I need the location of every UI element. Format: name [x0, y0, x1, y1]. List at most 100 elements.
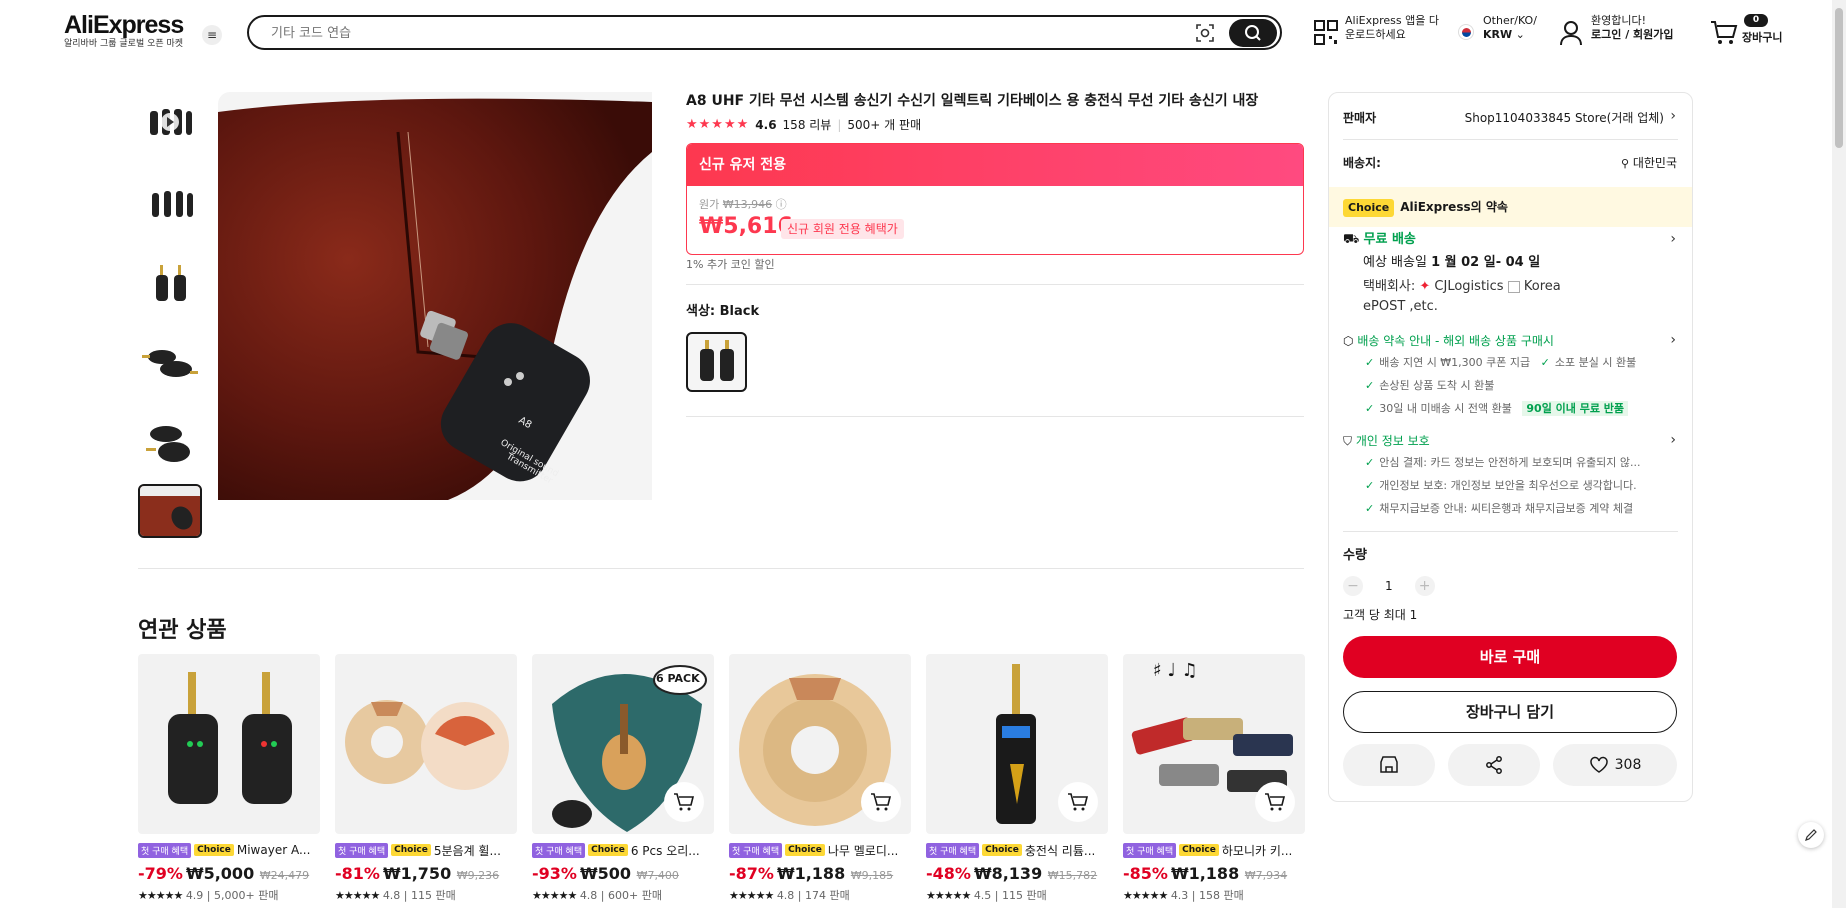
ship-to-selector[interactable]: ⚲ 대한민국	[1589, 155, 1677, 172]
related-product-card[interactable]: ♯ ♩ ♫ 첫 구매 혜택 Choice 하모니카 키... -85% ₩1,188 …	[1123, 654, 1305, 903]
first-purchase-tag: 첫 구매 혜택	[138, 842, 192, 858]
choice-tag: Choice	[1179, 844, 1219, 856]
rating-value: 4.3	[1170, 889, 1189, 902]
related-product-image	[926, 654, 1108, 834]
first-purchase-tag: 첫 구매 혜택	[532, 842, 586, 858]
add-to-cart-icon[interactable]	[664, 782, 704, 822]
choice-tag: Choice	[588, 844, 628, 856]
qr-code-icon[interactable]	[1314, 20, 1338, 46]
choice-tag: Choice	[391, 844, 431, 856]
aliexpress-logo[interactable]: AliExpress 알리바바 그룹 글로벌 오픈 마켓	[64, 12, 184, 50]
related-product-card[interactable]: 첫 구매 혜택 Choice 나무 멜로디... -87% ₩1,188 ₩9,185…	[729, 654, 911, 903]
delivery-promise-row[interactable]: ⬡ 배송 약속 안내 - 해외 배송 상품 구매시	[1343, 333, 1554, 349]
seller-label: 판매자	[1343, 111, 1377, 125]
share-button[interactable]	[1448, 744, 1540, 786]
privacy-item: ✓ 채무지급보증 안내: 씨티은행과 채무지급보증 계약 체결	[1365, 502, 1633, 516]
ship-to-country: 대한민국	[1632, 156, 1677, 170]
quantity-minus-button[interactable]: −	[1343, 576, 1363, 596]
store-button[interactable]	[1343, 744, 1435, 786]
buy-now-button[interactable]: 바로 구매	[1343, 636, 1677, 678]
privacy-item: ✓ 안심 결제: 카드 정보는 안전하게 보호되며 유출되지 않...	[1365, 456, 1641, 470]
thumbnail-3[interactable]	[138, 254, 202, 312]
related-product-meta: ★★★★★ 4.9 | 5,000+ 판매	[138, 889, 279, 902]
thumbnail-video[interactable]	[138, 94, 202, 152]
seller-name-link[interactable]: Shop1104033845 Store(거래 업체)	[1454, 110, 1664, 126]
rating-value: 4.8	[776, 889, 795, 902]
page-scrollbar[interactable]	[1832, 0, 1846, 908]
chevron-right-icon[interactable]: ›	[1670, 432, 1676, 448]
add-to-cart-icon[interactable]	[1255, 782, 1295, 822]
divider	[686, 284, 1304, 285]
promise-item: ✓ 배송 지연 시 ₩1,300 쿠폰 지급 ✓ 소포 분실 시 환불	[1365, 356, 1636, 370]
check-icon: ✓	[1365, 502, 1375, 515]
cj-logo-icon: ✦	[1419, 279, 1431, 294]
add-to-cart-icon[interactable]	[861, 782, 901, 822]
product-thumbnail-image	[142, 350, 198, 377]
related-product-card[interactable]: 첫 구매 혜택 Choice Miwayer A... -79% ₩5,000 ₩24…	[138, 654, 320, 903]
scrollbar-thumb[interactable]	[1835, 8, 1843, 148]
quantity-plus-button[interactable]: +	[1414, 576, 1435, 596]
app-download-link[interactable]: AliExpress 앱을 다 운로드하세요	[1345, 14, 1439, 42]
check-icon: ✓	[1365, 479, 1375, 492]
reviews-link[interactable]: 158 리뷰	[783, 117, 832, 133]
user-icon[interactable]	[1560, 20, 1582, 46]
thumbnail-5[interactable]	[138, 414, 202, 472]
cart-plus-icon	[871, 793, 892, 811]
sold-count: 600+ 판매	[608, 889, 662, 902]
privacy-text: 안심 결제: 카드 정보는 안전하게 보호되며 유출되지 않...	[1379, 456, 1641, 469]
region-currency-selector[interactable]: Other/KO/ KRW ⌄	[1483, 14, 1537, 42]
rating-stars-icon: ★★★★★	[1123, 889, 1168, 902]
choice-badge: Choice	[1343, 199, 1395, 217]
product-main-image[interactable]: A8 Original sound Transmitter	[218, 92, 652, 500]
category-menu-icon[interactable]: ≡	[202, 25, 222, 45]
check-icon: ✓	[1540, 356, 1550, 369]
related-product-card[interactable]: 첫 구매 혜택 Choice 5분음계 휠... -81% ₩1,750 ₩9,236…	[335, 654, 517, 903]
color-swatch-black[interactable]	[686, 332, 747, 392]
logo-tagline: 알리바바 그룹 글로벌 오픈 마켓	[64, 39, 184, 49]
search-icon	[1245, 25, 1261, 41]
search-button[interactable]	[1229, 19, 1277, 47]
chevron-right-icon[interactable]: ›	[1670, 332, 1676, 348]
sale-price: ₩500	[579, 864, 631, 883]
add-to-cart-button[interactable]: 장바구니 담기	[1343, 691, 1677, 733]
related-product-image: ♯ ♩ ♫	[1123, 654, 1305, 834]
sale-price: ₩1,188	[776, 864, 846, 883]
related-product-name: 6 Pcs 오리...	[630, 843, 700, 858]
rating-value: 4.8	[382, 889, 401, 902]
feedback-pen-icon[interactable]	[1798, 822, 1824, 848]
search-input[interactable]	[271, 23, 1171, 43]
thumbnail-4[interactable]	[138, 334, 202, 392]
sale-price: ₩1,188	[1170, 864, 1240, 883]
cart-icon[interactable]	[1710, 20, 1738, 46]
discount-pct: -93%	[532, 864, 577, 883]
wishlist-button[interactable]: 308	[1553, 744, 1677, 786]
store-icon	[1380, 756, 1398, 773]
app-download-line2: 운로드하세요	[1345, 28, 1406, 41]
image-search-icon[interactable]	[1194, 22, 1216, 44]
chevron-right-icon[interactable]: ›	[1670, 108, 1676, 124]
chevron-right-icon[interactable]: ›	[1670, 231, 1676, 247]
related-product-card[interactable]: 첫 구매 혜택 Choice 충전식 리튬... -48% ₩8,139 ₩15,78…	[926, 654, 1108, 903]
product-thumbnail-image	[152, 191, 193, 217]
sold-count: 500+ 개 판매	[847, 118, 922, 132]
related-product-image	[138, 654, 320, 834]
location-pin-icon: ⚲	[1620, 157, 1629, 170]
related-product-image: 6 PACK	[532, 654, 714, 834]
thumbnail-2[interactable]	[138, 174, 202, 232]
currency-text: KRW	[1483, 28, 1513, 41]
cart-label[interactable]: 장바구니	[1742, 31, 1782, 45]
free-shipping-label: 무료 배송	[1363, 232, 1416, 247]
privacy-row[interactable]: ⛉ 개인 정보 보호	[1343, 433, 1430, 449]
thumbnail-6-selected[interactable]	[138, 484, 202, 538]
login-text: 로그인 / 회원가입	[1591, 28, 1674, 41]
free-shipping-row[interactable]: ⛟ 무료 배송	[1343, 232, 1416, 248]
cart-count-badge: 0	[1744, 14, 1768, 27]
add-to-cart-icon[interactable]	[1058, 782, 1098, 822]
related-product-card[interactable]: 6 PACK 첫 구매 혜택 Choice 6 Pcs 오리... -93% ₩500…	[532, 654, 714, 903]
info-icon[interactable]: ⓘ	[776, 198, 787, 211]
sold-count: 158 판매	[1199, 889, 1244, 902]
promise-item: ✓ 손상된 상품 도착 시 환불	[1365, 379, 1494, 393]
account-link[interactable]: 환영합니다! 로그인 / 회원가입	[1591, 14, 1674, 42]
current-price: ₩5,616	[699, 214, 793, 239]
quantity-value[interactable]: 1	[1385, 579, 1393, 593]
